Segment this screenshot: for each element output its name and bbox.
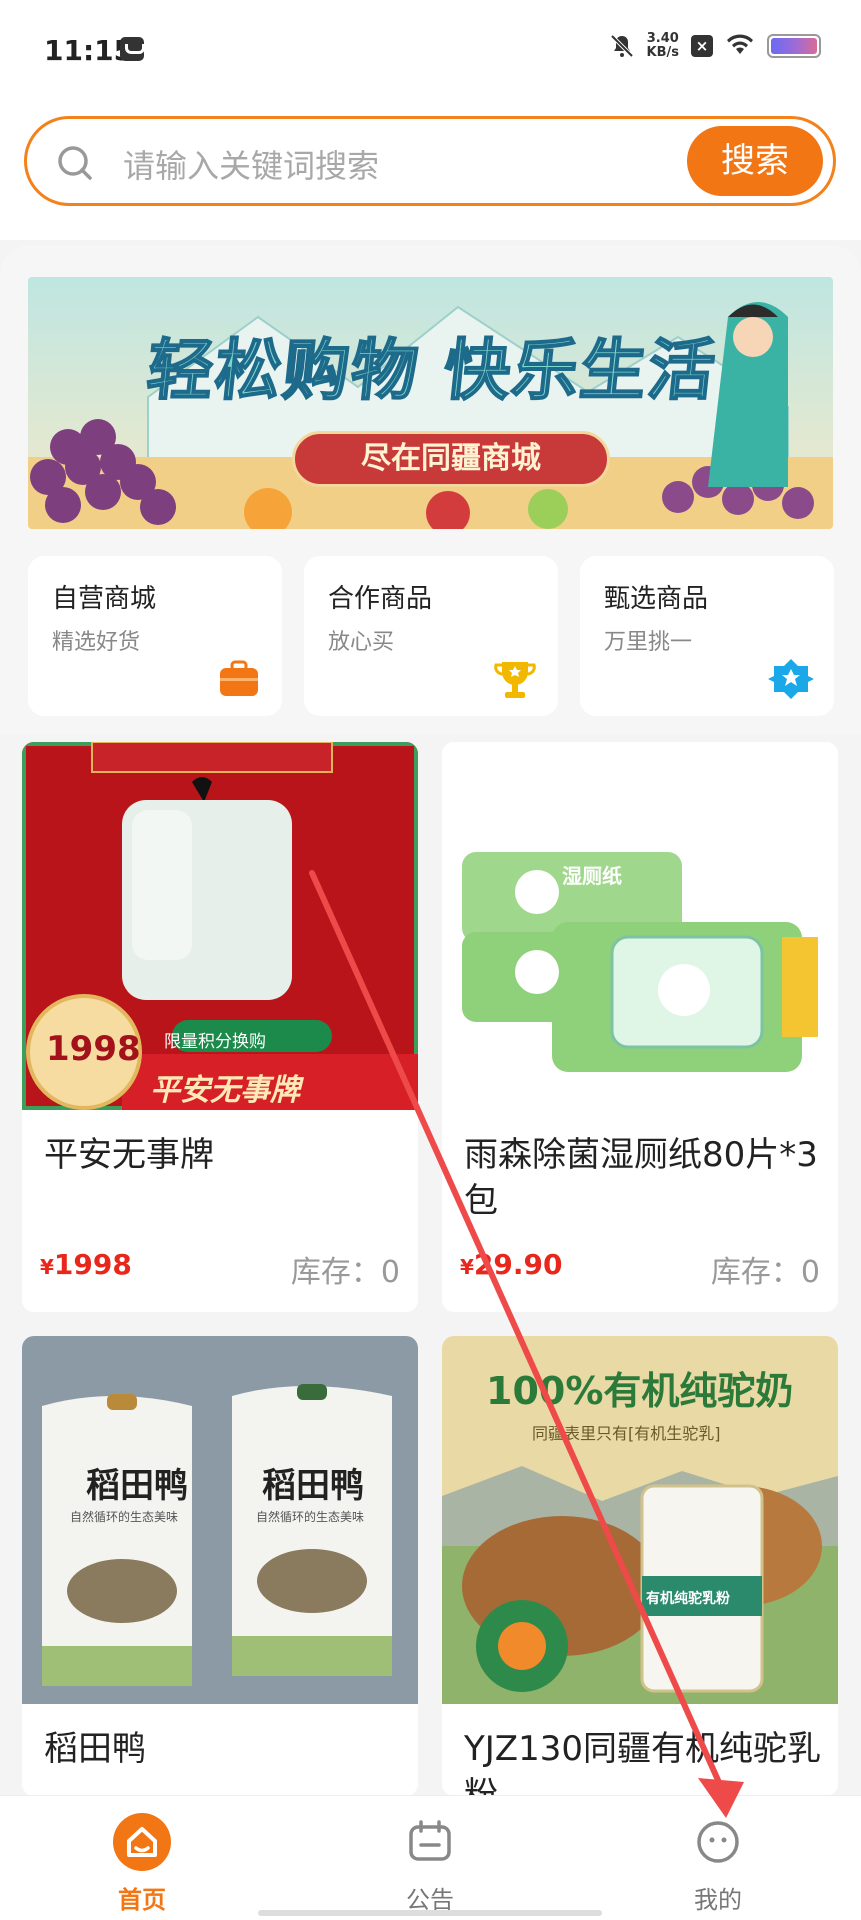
image-tagline: 自然循环的生态美味 bbox=[70, 1510, 179, 1524]
product-card[interactable]: 1998 限量积分换购 平安无事牌 平安无事牌 ¥1998 库存：0 bbox=[22, 742, 418, 1312]
star-icon bbox=[768, 659, 814, 699]
category-title: 自营商城 bbox=[52, 584, 157, 614]
category-selected-goods[interactable]: 甄选商品 万里挑一 bbox=[580, 556, 834, 716]
wifi-icon bbox=[725, 32, 755, 60]
product-image: 100%有机纯驼奶 同疆表里只有[有机生驼乳] 有机纯驼乳粉 bbox=[442, 1336, 838, 1704]
image-pack-label: 湿厕纸 bbox=[562, 864, 622, 888]
image-brand: 稻田鸭 bbox=[262, 1466, 364, 1506]
badge-price: 1998 bbox=[46, 1029, 141, 1069]
network-speed: 3.40 KB/s bbox=[647, 32, 679, 60]
product-image: 湿厕纸 bbox=[442, 742, 838, 1110]
trophy-icon bbox=[494, 662, 536, 698]
stock-label: 库存： bbox=[710, 1255, 801, 1290]
battery-icon bbox=[767, 34, 821, 58]
category-subtitle: 万里挑一 bbox=[604, 630, 693, 655]
briefcase-icon bbox=[220, 660, 258, 696]
product-card[interactable]: 100%有机纯驼奶 同疆表里只有[有机生驼乳] 有机纯驼乳粉 YJZ130同疆有… bbox=[442, 1336, 838, 1796]
product-image: 稻田鸭 稻田鸭 自然循环的生态美味 自然循环的生态美味 bbox=[22, 1336, 418, 1704]
no-sim-icon: × bbox=[691, 35, 713, 57]
status-bar: 11:15 3.40 KB/s × bbox=[0, 0, 861, 100]
banner-subline: 尽在同疆商城 bbox=[292, 431, 610, 487]
badge-text: 限量积分换购 bbox=[164, 1032, 266, 1052]
price-value: 29.90 bbox=[473, 1248, 563, 1281]
product-price: ¥1998 bbox=[40, 1248, 132, 1281]
search-input[interactable]: 请输入关键词搜索 搜索 bbox=[24, 116, 836, 206]
product-name: 雨森除菌湿厕纸80片*3包 bbox=[464, 1135, 818, 1221]
message-notification-icon bbox=[120, 37, 145, 61]
category-title: 甄选商品 bbox=[604, 584, 709, 614]
product-stock: 库存：0 bbox=[711, 1247, 820, 1291]
product-price: ¥29.90 bbox=[460, 1248, 563, 1281]
category-partner-goods[interactable]: 合作商品 放心买 bbox=[304, 556, 558, 716]
bottom-tab-bar: 首页 公告 我的 bbox=[0, 1795, 861, 1920]
profile-icon bbox=[697, 1821, 739, 1863]
price-value: 1998 bbox=[53, 1248, 132, 1281]
tab-home[interactable]: 首页 bbox=[42, 1796, 242, 1920]
mute-bell-icon bbox=[609, 33, 635, 59]
home-indicator bbox=[258, 1910, 602, 1916]
stock-value: 0 bbox=[800, 1255, 820, 1290]
promo-banner[interactable]: 轻松购物 快乐生活 尽在同疆商城 bbox=[28, 277, 833, 529]
product-card[interactable]: 稻田鸭 稻田鸭 自然循环的生态美味 自然循环的生态美味 稻田鸭 bbox=[22, 1336, 418, 1796]
network-speed-value: 3.40 bbox=[646, 31, 679, 46]
product-stock: 库存：0 bbox=[291, 1247, 400, 1291]
image-can-label: 有机纯驼乳粉 bbox=[646, 1591, 730, 1607]
search-button[interactable]: 搜索 bbox=[687, 126, 823, 196]
tab-label: 首页 bbox=[118, 1886, 166, 1914]
image-headline: 100%有机纯驼奶 bbox=[486, 1369, 794, 1413]
status-indicators: 3.40 KB/s × bbox=[609, 32, 821, 60]
search-section: 请输入关键词搜索 搜索 bbox=[0, 100, 861, 240]
notice-icon bbox=[409, 1820, 451, 1861]
battery-level bbox=[771, 38, 817, 54]
category-subtitle: 放心买 bbox=[328, 630, 395, 655]
image-tagline: 自然循环的生态美味 bbox=[256, 1510, 365, 1524]
wet-wipes-image bbox=[442, 742, 838, 1110]
currency-symbol: ¥ bbox=[40, 1255, 54, 1279]
image-subline: 同疆表里只有[有机生驼乳] bbox=[532, 1424, 721, 1443]
stock-label: 库存： bbox=[290, 1255, 381, 1290]
category-self-run-mall[interactable]: 自营商城 精选好货 bbox=[28, 556, 282, 716]
product-name: YJZ130同疆有机纯驼乳粉 bbox=[464, 1729, 821, 1796]
search-placeholder: 请输入关键词搜索 bbox=[123, 147, 380, 185]
image-caption: 平安无事牌 bbox=[150, 1073, 300, 1108]
network-speed-unit: KB/s bbox=[646, 45, 679, 60]
search-icon bbox=[58, 146, 92, 180]
stock-value: 0 bbox=[380, 1255, 400, 1290]
category-title: 合作商品 bbox=[328, 584, 433, 614]
product-name: 平安无事牌 bbox=[44, 1135, 214, 1175]
tab-label: 我的 bbox=[694, 1886, 742, 1914]
category-subtitle: 精选好货 bbox=[52, 630, 141, 655]
home-icon bbox=[113, 1813, 171, 1871]
image-brand: 稻田鸭 bbox=[86, 1466, 188, 1506]
tab-notice[interactable]: 公告 bbox=[330, 1796, 530, 1920]
product-image: 1998 限量积分换购 平安无事牌 bbox=[22, 742, 418, 1110]
tab-profile[interactable]: 我的 bbox=[618, 1796, 818, 1920]
product-card[interactable]: 湿厕纸 雨森除菌湿厕纸80片*3包 ¥29.90 库存：0 bbox=[442, 742, 838, 1312]
currency-symbol: ¥ bbox=[460, 1255, 474, 1279]
product-name: 稻田鸭 bbox=[44, 1729, 146, 1769]
banner-headline: 轻松购物 快乐生活 bbox=[142, 331, 721, 410]
